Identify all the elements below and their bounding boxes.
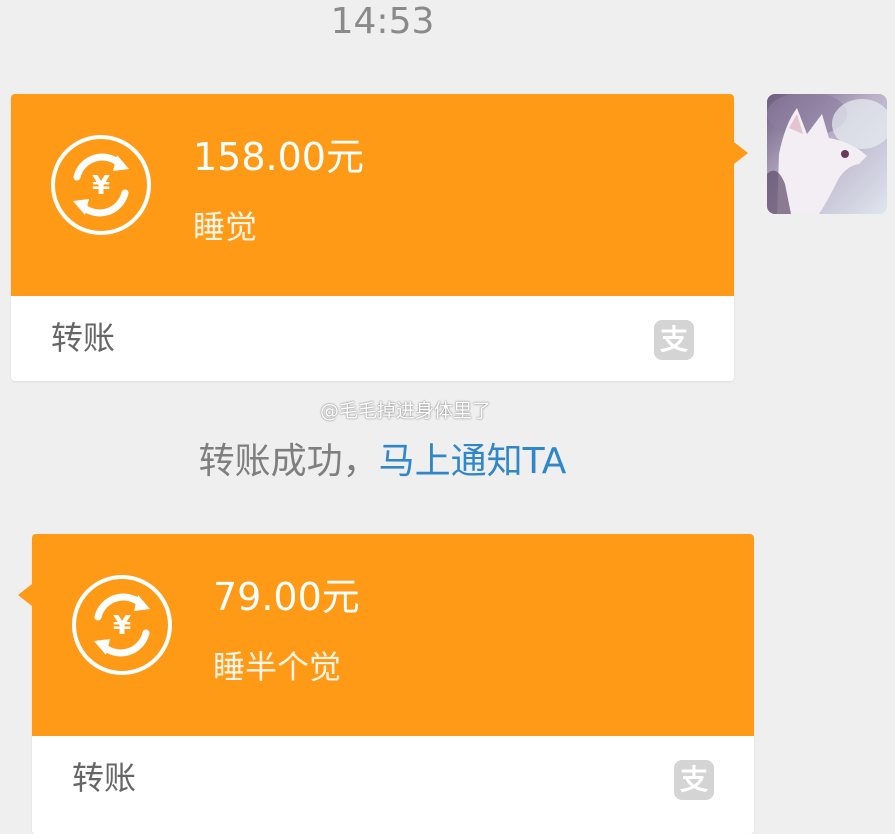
transfer-amount: 158.00元 bbox=[193, 135, 364, 179]
transfer-card-received[interactable]: ¥ 79.00元 睡半个觉 转账 支 bbox=[18, 534, 754, 834]
transfer-card-sent[interactable]: ¥ 158.00元 睡觉 转账 支 bbox=[11, 94, 748, 381]
transfer-yuan-icon: ¥ bbox=[51, 135, 151, 235]
transfer-memo: 睡半个觉 bbox=[213, 648, 342, 686]
alipay-icon: 支 bbox=[654, 320, 694, 360]
transfer-label: 转账 bbox=[72, 759, 137, 797]
weibo-watermark: @毛毛掉进身体里了 bbox=[320, 400, 492, 422]
transfer-memo: 睡觉 bbox=[193, 208, 258, 246]
transfer-success-text: 转账成功， bbox=[198, 441, 379, 482]
transfer-card-header: ¥ 79.00元 睡半个觉 bbox=[32, 534, 754, 736]
notify-link[interactable]: 马上通知TA bbox=[379, 441, 567, 482]
svg-text:¥: ¥ bbox=[92, 171, 110, 201]
user-avatar[interactable] bbox=[767, 94, 887, 214]
chat-timestamp: 14:53 bbox=[330, 1, 435, 42]
bubble-tail bbox=[734, 142, 748, 164]
transfer-status-notice: 转账成功，马上通知TA bbox=[0, 440, 765, 484]
bubble-tail bbox=[18, 584, 32, 606]
transfer-label: 转账 bbox=[51, 319, 116, 357]
transfer-card-header: ¥ 158.00元 睡觉 bbox=[11, 94, 734, 296]
transfer-card-footer: 转账 支 bbox=[32, 736, 754, 834]
transfer-card-footer: 转账 支 bbox=[11, 296, 734, 381]
transfer-amount: 79.00元 bbox=[213, 575, 360, 619]
alipay-icon: 支 bbox=[674, 760, 714, 800]
svg-text:¥: ¥ bbox=[113, 611, 131, 641]
transfer-yuan-icon: ¥ bbox=[72, 575, 172, 675]
